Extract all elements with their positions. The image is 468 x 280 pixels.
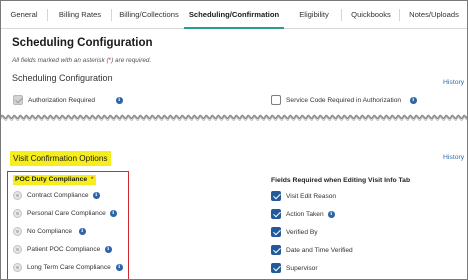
fields-required-title: Fields Required when Editing Visit Info …: [271, 177, 411, 184]
authorization-required-label: Authorization Required: [28, 97, 96, 104]
poc-option-label: Long Term Care Compliance: [27, 264, 111, 271]
info-icon[interactable]: i: [110, 210, 117, 217]
date-time-verified-checkbox[interactable]: [271, 245, 281, 255]
info-icon[interactable]: i: [410, 97, 417, 104]
poc-option-label: Personal Care Compliance: [27, 210, 106, 217]
service-code-required-checkbox[interactable]: [271, 95, 281, 105]
tab-eligibility[interactable]: Eligibility: [291, 1, 337, 29]
visit-edit-reason-checkbox[interactable]: [271, 191, 281, 201]
tab-divider: [47, 9, 48, 21]
history-link-scheduling[interactable]: History: [443, 79, 464, 86]
poc-option-radio[interactable]: [13, 245, 22, 254]
required-asterisk: *: [90, 176, 94, 183]
field-label: Date and Time Verified: [286, 247, 353, 254]
tab-notes-uploads[interactable]: Notes/Uploads: [405, 1, 463, 29]
required-fields-note: All fields marked with an asterisk (*) a…: [12, 57, 151, 64]
action-taken-checkbox[interactable]: [271, 209, 281, 219]
poc-option-radio[interactable]: [13, 263, 22, 272]
tab-divider: [111, 9, 112, 21]
tab-divider: [341, 9, 342, 21]
poc-duty-compliance-title: POC Duty Compliance *: [13, 175, 96, 185]
note-suffix: ) are required.: [111, 57, 152, 64]
poc-option-radio[interactable]: [13, 209, 22, 218]
field-label: Verified By: [286, 229, 318, 236]
poc-option-radio[interactable]: [13, 227, 22, 236]
tab-quickbooks[interactable]: Quickbooks: [346, 1, 396, 29]
history-link-visit-confirmation[interactable]: History: [443, 154, 464, 161]
poc-option-label: Contract Compliance: [27, 192, 89, 199]
info-icon[interactable]: i: [328, 211, 335, 218]
tab-bar: General Billing Rates Billing/Collection…: [1, 1, 467, 29]
supervisor-checkbox[interactable]: [271, 263, 281, 273]
poc-option-radio[interactable]: [13, 191, 22, 200]
authorization-required-checkbox[interactable]: [13, 95, 23, 105]
field-label: Visit Edit Reason: [286, 193, 337, 200]
info-icon[interactable]: i: [93, 192, 100, 199]
tab-scheduling-confirmation[interactable]: Scheduling/Confirmation: [184, 1, 284, 29]
info-icon[interactable]: i: [105, 246, 112, 253]
poc-option-label: No Compliance: [27, 228, 73, 235]
field-label: Supervisor: [286, 265, 318, 272]
tab-billing-rates[interactable]: Billing Rates: [53, 1, 107, 29]
info-icon[interactable]: i: [116, 97, 123, 104]
service-code-required-label: Service Code Required in Authorization: [286, 97, 402, 104]
tab-general[interactable]: General: [5, 1, 43, 29]
info-icon[interactable]: i: [79, 228, 86, 235]
poc-title-text: POC Duty Compliance: [15, 176, 88, 183]
info-icon[interactable]: i: [116, 264, 123, 271]
section-title-visit-confirmation: Visit Confirmation Options: [10, 151, 111, 166]
app-window: General Billing Rates Billing/Collection…: [0, 0, 468, 280]
torn-edge-divider: [1, 114, 467, 121]
poc-option-label: Patient POC Compliance: [27, 246, 101, 253]
page-title: Scheduling Configuration: [12, 37, 153, 49]
section-title-scheduling: Scheduling Configuration: [12, 73, 113, 83]
tab-divider: [399, 9, 400, 21]
field-label: Action Taken: [286, 211, 324, 218]
tab-billing-collections[interactable]: Billing/Collections: [115, 1, 183, 29]
note-prefix: All fields marked with an asterisk (: [12, 57, 109, 64]
verified-by-checkbox[interactable]: [271, 227, 281, 237]
